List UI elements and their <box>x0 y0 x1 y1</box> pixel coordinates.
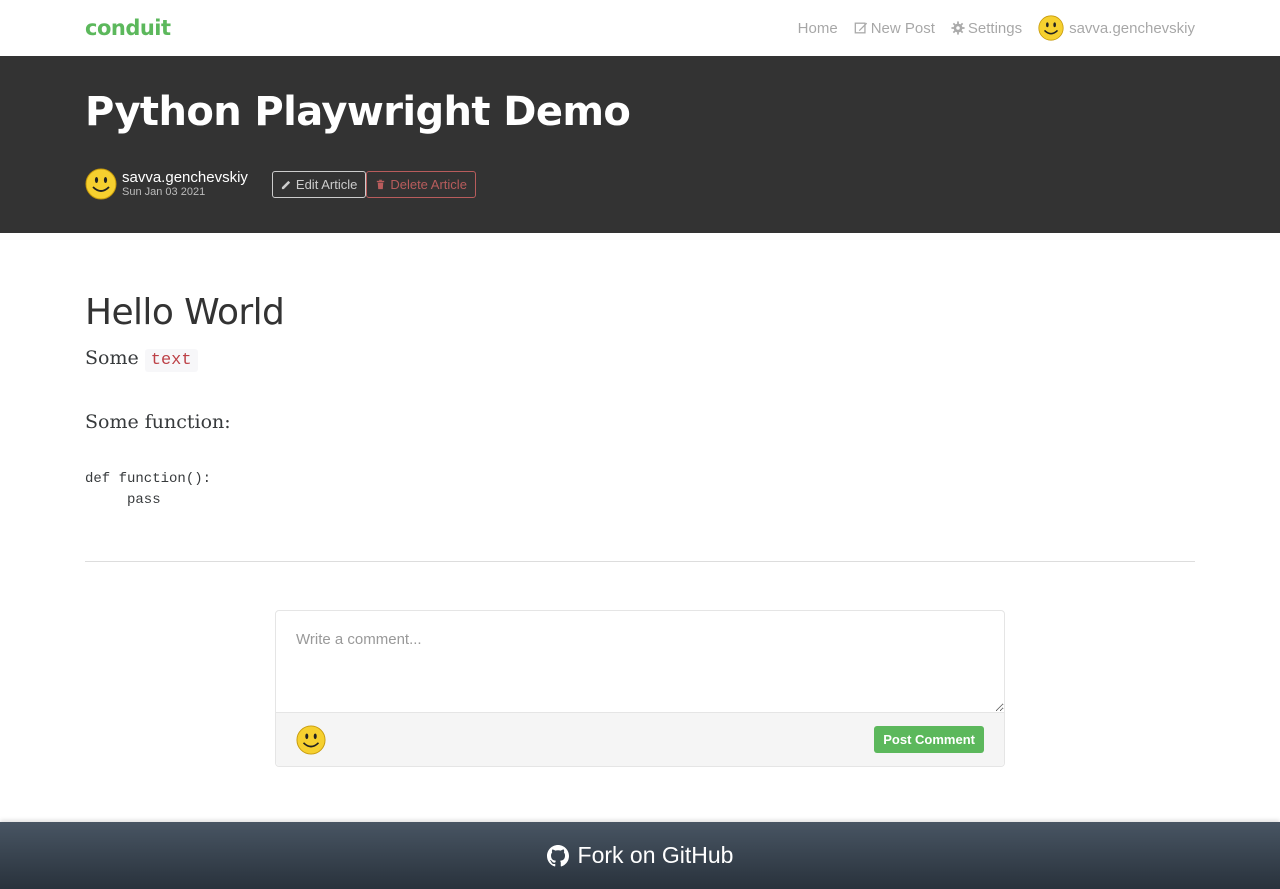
code-block: def function(): pass <box>85 471 212 508</box>
inline-code: text <box>144 349 198 372</box>
nav-settings[interactable]: Settings <box>943 0 1030 56</box>
comment-form-footer: Post Comment <box>276 712 1004 766</box>
article-content: Hello World Some text Some function: def… <box>85 233 1195 767</box>
trash-icon <box>377 179 385 189</box>
nav-new-post-label: New Post <box>870 19 935 37</box>
author-info: savva.genchevskiy Sun Jan 03 2021 <box>122 170 248 198</box>
brand-logo[interactable]: conduit <box>85 16 171 40</box>
delete-article-label: Delete Article <box>390 176 467 192</box>
comment-form: Post Comment <box>275 610 1005 767</box>
post-comment-button[interactable]: Post Comment <box>874 726 984 753</box>
fork-on-github-footer[interactable]: Fork on GitHub <box>0 822 1280 889</box>
comment-input[interactable] <box>276 611 1004 712</box>
article-meta: savva.genchevskiy Sun Jan 03 2021 Edit A… <box>85 168 1195 200</box>
nav-home[interactable]: Home <box>790 0 846 56</box>
compose-icon <box>854 22 867 34</box>
article-date: Sun Jan 03 2021 <box>122 186 206 198</box>
nav-profile[interactable]: savva.genchevskiy <box>1030 0 1195 56</box>
article-title: Python Playwright Demo <box>85 89 631 135</box>
github-icon <box>546 844 569 866</box>
nav-home-label: Home <box>797 19 838 37</box>
article-paragraph-2: Some function: <box>85 411 231 433</box>
article-banner: Python Playwright Demo savva.genchevskiy… <box>0 56 1280 233</box>
paragraph-text: Some <box>85 347 139 369</box>
article-heading: Hello World <box>85 292 285 333</box>
edit-article-button[interactable]: Edit Article <box>271 170 367 198</box>
content-divider <box>85 561 1195 562</box>
footer-label: Fork on GitHub <box>577 842 734 868</box>
footer-content: Fork on GitHub <box>546 842 734 869</box>
author-name-link[interactable]: savva.genchevskiy <box>122 170 248 185</box>
delete-article-button[interactable]: Delete Article <box>366 170 476 198</box>
article-paragraph: Some text <box>85 343 1195 376</box>
pencil-icon <box>281 180 291 189</box>
edit-article-label: Edit Article <box>295 176 358 192</box>
author-avatar[interactable] <box>85 168 117 200</box>
comment-avatar <box>296 724 326 755</box>
nav-new-post[interactable]: New Post <box>846 0 943 56</box>
nav-username: savva.genchevskiy <box>1069 19 1195 37</box>
nav-settings-label: Settings <box>967 19 1023 37</box>
navbar: conduit Home New Post Settings savva.gen… <box>0 0 1280 56</box>
nav-links: Home New Post Settings savva.genchevskiy <box>790 0 1195 56</box>
gear-icon <box>951 21 965 35</box>
user-avatar <box>1038 15 1064 41</box>
